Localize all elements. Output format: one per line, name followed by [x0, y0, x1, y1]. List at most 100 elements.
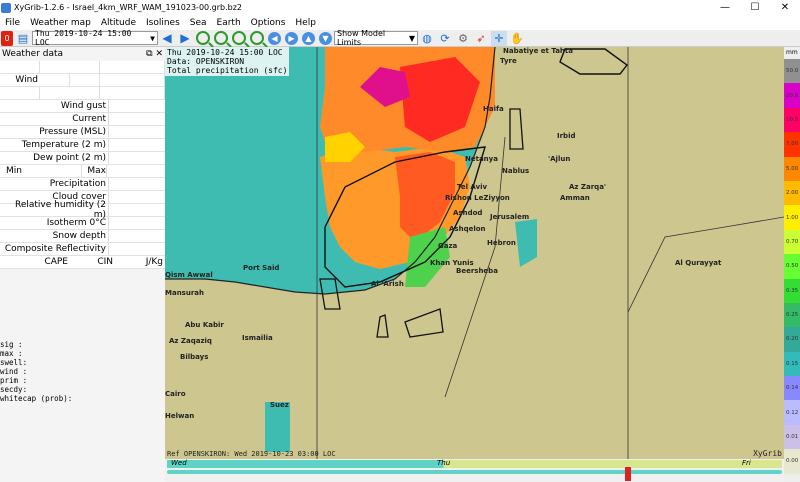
- weather-map[interactable]: Thu 2019-10-24 15:00 LOC Data: OPENSKIRO…: [165, 47, 784, 459]
- lasso-icon[interactable]: ⟳: [437, 31, 453, 46]
- place-label: Cairo: [165, 390, 186, 398]
- slider-track[interactable]: [167, 470, 782, 474]
- map-reference: Ref OPENSKIRON: Wed 2019-10-23 03:00 LOC: [167, 450, 336, 458]
- settings-icon[interactable]: ⚙: [455, 31, 471, 46]
- place-label: Helwan: [165, 412, 195, 420]
- legend-band: 0.14: [784, 376, 800, 401]
- data-row: Isotherm 0°C: [0, 217, 165, 230]
- place-label: Amman: [560, 194, 590, 202]
- place-label: Jerusalem: [490, 213, 530, 221]
- place-label: Al 'Arish: [371, 280, 404, 288]
- model-limits-select[interactable]: Show Model Limits ▼: [334, 29, 418, 47]
- zoom-fit-icon[interactable]: [232, 31, 246, 45]
- menu-sea[interactable]: Sea: [185, 18, 212, 28]
- timeline-days: Wed Thu Fri: [167, 459, 782, 468]
- info-line: prim :: [0, 376, 28, 385]
- zoom-in-icon[interactable]: [196, 31, 210, 45]
- row-label: Relative humidity (2 m): [15, 200, 106, 220]
- legend-band: 0.00: [784, 449, 800, 474]
- map-datetime: Thu 2019-10-24 15:00 LOC: [167, 48, 283, 57]
- move-right-icon[interactable]: ▶: [285, 31, 298, 45]
- menu-weather-map[interactable]: Weather map: [25, 18, 96, 28]
- zoom-all-icon[interactable]: [250, 31, 264, 45]
- weather-data-panel: Weather data ⧉ ✕ Wind Wind gust Current …: [0, 47, 165, 482]
- contour-small-3: [404, 308, 444, 338]
- menu-earth[interactable]: Earth: [212, 18, 246, 28]
- zoom-out-icon[interactable]: [214, 31, 228, 45]
- cape-row: CAPE CIN J/Kg: [0, 256, 165, 269]
- panel-close-icon[interactable]: ✕: [155, 49, 163, 59]
- contour-small-1: [509, 108, 524, 150]
- move-up-icon[interactable]: ▲: [302, 31, 315, 45]
- next-time-icon[interactable]: ▶: [177, 31, 193, 46]
- row-label: Precipitation: [49, 179, 106, 189]
- data-row: Snow depth: [0, 230, 165, 243]
- sea-patch-sinai: [265, 402, 290, 452]
- info-line: secdy:: [0, 385, 28, 394]
- legend-band: 0.50: [784, 254, 800, 279]
- place-label: Ashqelon: [449, 225, 486, 233]
- menu-file[interactable]: File: [0, 18, 25, 28]
- close-button[interactable]: ✕: [770, 0, 800, 15]
- data-row: Relative humidity (2 m): [0, 200, 165, 220]
- row-label: Snow depth: [52, 231, 106, 241]
- legend-band: 2.00: [784, 180, 800, 206]
- place-label: Az Zarqa': [569, 183, 607, 191]
- title-bar: XyGrib-1.2.6 - Israel_4km_WRF_WAM_191023…: [0, 0, 800, 15]
- info-line: sig :: [0, 340, 23, 349]
- blank-row-2: [0, 87, 165, 100]
- menu-help[interactable]: Help: [290, 18, 321, 28]
- color-legend: mm 50.0 20.0 10.0 7.00 5.00 2.00 1.00 0.70 0.50 0…: [784, 47, 800, 482]
- map-field: Total precipitation (sfc): [167, 66, 288, 75]
- panel-float-icon[interactable]: ⧉: [146, 49, 152, 59]
- menu-options[interactable]: Options: [246, 18, 291, 28]
- data-row: Precipitation: [0, 178, 165, 191]
- row-label: Dew point (2 m): [33, 153, 106, 163]
- minimize-button[interactable]: —: [710, 0, 740, 15]
- place-label: Gaza: [438, 242, 458, 250]
- min-label: Min: [6, 166, 22, 176]
- map-canvas: [165, 47, 784, 459]
- data-row: Current: [0, 113, 165, 126]
- data-row: Dew point (2 m): [0, 152, 165, 165]
- move-left-icon[interactable]: ◀: [268, 31, 281, 45]
- open-file-icon[interactable]: ▤: [15, 31, 31, 46]
- chevron-down-icon: ▼: [150, 33, 155, 43]
- data-row: Wind gust: [0, 100, 165, 113]
- rocket-icon[interactable]: ➶: [473, 31, 489, 46]
- legend-band: 5.00: [784, 156, 800, 181]
- day-label: Fri: [742, 459, 751, 467]
- hand-icon[interactable]: ✋: [509, 31, 525, 46]
- place-label: Qism Awwal: [165, 271, 213, 279]
- slider-handle[interactable]: [625, 467, 632, 481]
- place-label: Tyre: [500, 57, 517, 65]
- menu-altitude[interactable]: Altitude: [96, 18, 141, 28]
- place-label: Tel Aviv: [457, 183, 488, 191]
- row-label: Isotherm 0°C: [46, 218, 106, 228]
- contour-small-2: [376, 314, 389, 338]
- stop-icon[interactable]: 0: [1, 30, 13, 46]
- globe-icon[interactable]: ◍: [419, 31, 435, 46]
- menu-isolines[interactable]: Isolines: [141, 18, 185, 28]
- legend-band: 0.01: [784, 424, 800, 450]
- time-slider[interactable]: Wed Thu Fri: [165, 459, 784, 482]
- previous-time-icon[interactable]: ◀: [159, 31, 175, 46]
- row-label: Current: [72, 114, 106, 124]
- row-label: Wind gust: [60, 101, 106, 111]
- place-label: 'Ajlun: [548, 155, 571, 163]
- legend-unit: mm: [786, 49, 798, 56]
- place-label: Hebron: [487, 239, 516, 247]
- map-header: Thu 2019-10-24 15:00 LOC Data: OPENSKIRO…: [165, 47, 290, 76]
- wave-info-list: sig : max : swell: wind : prim : secdy: …: [0, 340, 165, 403]
- min-max-row: Min Max: [0, 165, 165, 178]
- legend-band: 0.35: [784, 278, 800, 303]
- crosshair-icon[interactable]: ✛: [491, 30, 507, 46]
- data-row: Composite Reflectivity: [0, 243, 165, 256]
- info-line: wind :: [0, 367, 28, 376]
- maximize-button[interactable]: ☐: [740, 0, 770, 15]
- move-down-icon[interactable]: ▼: [319, 31, 332, 45]
- date-selector[interactable]: Thu 2019-10-24 15:00 LOC ▼: [32, 29, 158, 47]
- row-label: Composite Reflectivity: [4, 244, 106, 254]
- place-label: Haifa: [483, 105, 504, 113]
- info-line: max :: [0, 349, 23, 358]
